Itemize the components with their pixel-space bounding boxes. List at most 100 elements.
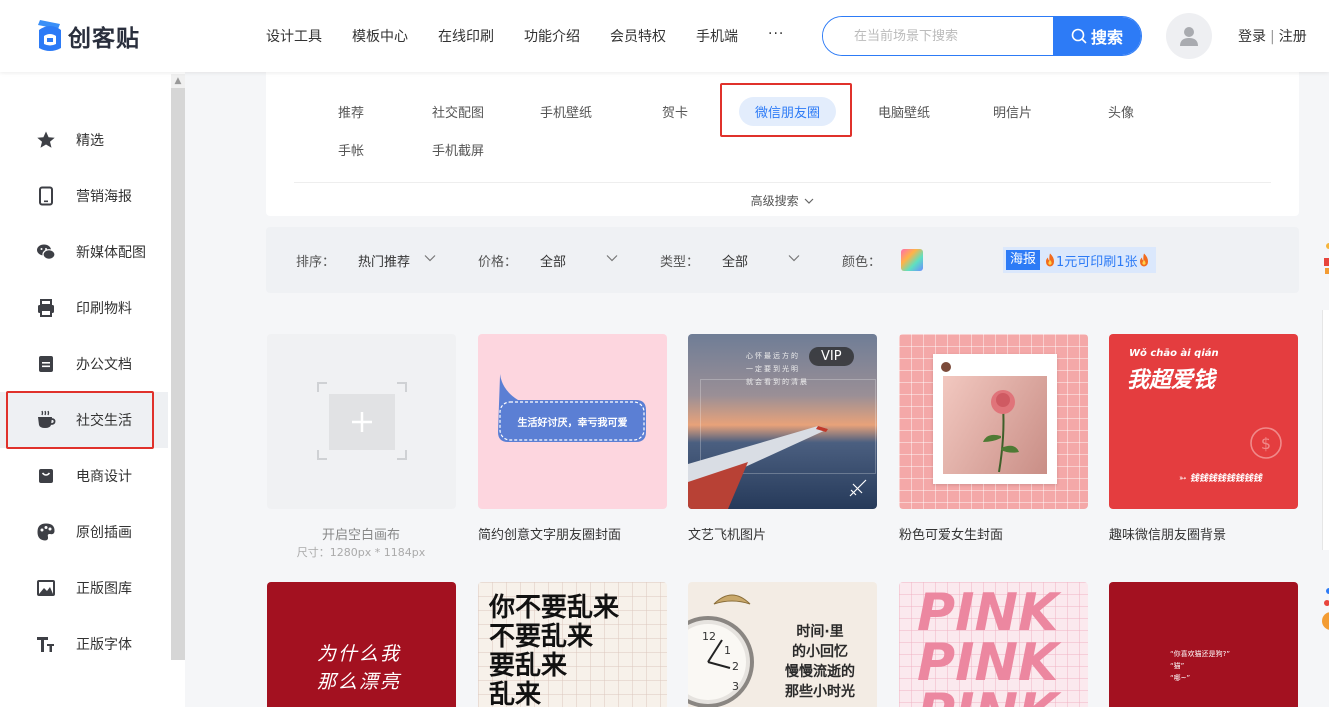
chevron-down-icon <box>788 255 800 262</box>
avatar[interactable] <box>1166 13 1212 59</box>
sidebar-item-label: 新媒体配图 <box>76 245 146 261</box>
nav-design-tools[interactable]: 设计工具 <box>266 26 322 46</box>
card-inner-text: 你不要乱来 不要乱来 要乱来 乱来 <box>489 593 620 707</box>
type-label: 类型： <box>660 255 700 270</box>
template-card[interactable]: 12 1 2 3 时间·里 的小回忆 慢慢流逝的 那些小时光 <box>688 582 877 707</box>
template-card[interactable]: PINK PINK PINK <box>899 582 1088 707</box>
blank-canvas-placeholder <box>329 394 395 450</box>
photo-frame <box>933 354 1057 484</box>
floating-widget[interactable] <box>1322 240 1329 290</box>
auth-links: 登录 | 注册 <box>1238 26 1307 46</box>
sidebar-scrollbar[interactable] <box>171 88 185 660</box>
palette-icon <box>36 522 56 542</box>
sidebar-item-label: 正版图库 <box>76 581 132 597</box>
floating-side-panel <box>1322 310 1329 550</box>
advanced-search-toggle[interactable]: 高级搜索 <box>266 192 1299 209</box>
sidebar-item-stock-images[interactable]: 正版图库 <box>0 560 168 616</box>
sidebar-item-ecommerce[interactable]: 电商设计 <box>0 448 168 504</box>
logo[interactable]: 创客贴 <box>36 16 140 56</box>
shopping-bag-icon <box>36 466 56 486</box>
search-input[interactable] <box>823 17 1053 55</box>
crop-corner <box>317 382 327 392</box>
svg-text:2: 2 <box>732 660 739 673</box>
sidebar-item-featured[interactable]: 精选 <box>0 112 168 168</box>
coin-icon: $ <box>1250 427 1282 459</box>
template-card[interactable] <box>899 334 1088 509</box>
sidebar-item-fonts[interactable]: 正版字体 <box>0 616 168 672</box>
template-card[interactable]: 你不要乱来 不要乱来 要乱来 乱来 <box>478 582 667 707</box>
crop-corner <box>317 450 327 460</box>
card-title[interactable]: 趣味微信朋友圈背景 <box>1109 524 1226 543</box>
scroll-up-arrow[interactable]: ▲ <box>171 74 185 88</box>
vip-badge: VIP <box>809 347 854 366</box>
card-inner-text: “你喜欢猫还是狗?” “猫” “哪~” <box>1170 650 1230 682</box>
search-button[interactable]: 搜索 <box>1053 17 1141 55</box>
tag-greeting-card[interactable]: 贺卡 <box>662 102 688 121</box>
document-icon <box>36 354 56 374</box>
pinyin-text: Wǒ chāo ài qián <box>1129 348 1219 359</box>
sort-dropdown[interactable]: 热门推荐 <box>358 251 410 270</box>
chevron-down-icon <box>804 198 814 204</box>
blank-canvas-card[interactable] <box>267 334 456 509</box>
sidebar-item-label: 正版字体 <box>76 637 132 653</box>
nav-template-center[interactable]: 模板中心 <box>352 26 408 46</box>
template-card[interactable]: 为什么我 那么漂亮 <box>267 582 456 707</box>
image-icon <box>36 578 56 598</box>
phone-icon <box>36 186 56 206</box>
flame-icon <box>1046 253 1055 267</box>
card-title[interactable]: 文艺飞机图片 <box>688 524 766 543</box>
sidebar-item-print-materials[interactable]: 印刷物料 <box>0 280 168 336</box>
tag-wechat-moments[interactable]: 微信朋友圈 <box>739 97 837 126</box>
tag-journal[interactable]: 手帐 <box>338 140 364 159</box>
tag-phone-screenshot[interactable]: 手机截屏 <box>432 140 484 159</box>
price-dropdown[interactable]: 全部 <box>540 251 566 270</box>
logo-icon <box>36 18 64 54</box>
template-card[interactable]: “你喜欢猫还是狗?” “猫” “哪~” <box>1109 582 1298 707</box>
auth-separator: | <box>1270 29 1275 45</box>
floating-widget[interactable] <box>1322 585 1329 635</box>
nav-mobile[interactable]: 手机端 <box>696 26 738 46</box>
color-picker-swatch[interactable] <box>901 249 923 271</box>
sidebar-item-new-media[interactable]: 新媒体配图 <box>0 224 168 280</box>
sidebar-item-office-docs[interactable]: 办公文档 <box>0 336 168 392</box>
svg-text:$: $ <box>1261 434 1271 453</box>
card-title[interactable]: 简约创意文字朋友圈封面 <box>478 524 621 543</box>
template-card[interactable]: 生活好讨厌，幸亏我可爱 <box>478 334 667 509</box>
tag-social-images[interactable]: 社交配图 <box>432 102 484 121</box>
money-icon: ➳ <box>1179 474 1190 484</box>
tag-recommended[interactable]: 推荐 <box>338 102 364 121</box>
tag-postcard[interactable]: 明信片 <box>993 102 1032 121</box>
template-card[interactable]: Wǒ chāo ài qián 我超爱钱 $ ➳ 钱钱钱钱钱钱钱钱 <box>1109 334 1298 509</box>
sort-label: 排序： <box>296 255 336 270</box>
nav-online-print[interactable]: 在线印刷 <box>438 26 494 46</box>
sidebar-item-social-life[interactable]: 社交生活 <box>0 392 168 448</box>
card-inner-text: 生活好讨厌，幸亏我可爱 <box>517 418 628 429</box>
type-dropdown[interactable]: 全部 <box>722 251 748 270</box>
tag-phone-wallpaper[interactable]: 手机壁纸 <box>540 102 592 121</box>
logo-text: 创客贴 <box>68 26 140 52</box>
nav-more-button[interactable]: ··· <box>768 26 784 46</box>
nav-features[interactable]: 功能介绍 <box>524 26 580 46</box>
star-icon <box>36 130 56 150</box>
template-card[interactable]: 心怀最远方的 一定要到光明 就会看到的清晨 VIP <box>688 334 877 509</box>
sidebar-item-marketing-poster[interactable]: 营销海报 <box>0 168 168 224</box>
print-promo-banner[interactable]: 海报 1元可印刷1张 <box>1003 247 1156 273</box>
plus-icon <box>352 412 372 432</box>
sidebar-item-illustration[interactable]: 原创插画 <box>0 504 168 560</box>
register-link[interactable]: 注册 <box>1279 29 1307 45</box>
sidebar-item-label: 办公文档 <box>76 357 132 373</box>
user-icon <box>1180 27 1198 46</box>
nav-membership[interactable]: 会员特权 <box>610 26 666 46</box>
sidebar-item-label: 社交生活 <box>76 413 132 429</box>
tag-avatar[interactable]: 头像 <box>1108 102 1134 121</box>
card-inner-text: 时间·里 的小回忆 慢慢流逝的 那些小时光 <box>785 624 855 700</box>
card-footer-text: ➳ 钱钱钱钱钱钱钱钱 <box>1179 474 1262 484</box>
blank-canvas-size: 尺寸：1280px * 1184px <box>296 546 426 559</box>
card-inner-text: PINK PINK PINK <box>917 583 1059 707</box>
chevron-down-icon <box>606 255 618 262</box>
gift-icon <box>1324 243 1329 274</box>
tag-pc-wallpaper[interactable]: 电脑壁纸 <box>878 102 930 121</box>
card-title[interactable]: 粉色可爱女生封面 <box>899 524 1003 543</box>
wechat-icon <box>36 242 56 262</box>
login-link[interactable]: 登录 <box>1238 29 1266 45</box>
